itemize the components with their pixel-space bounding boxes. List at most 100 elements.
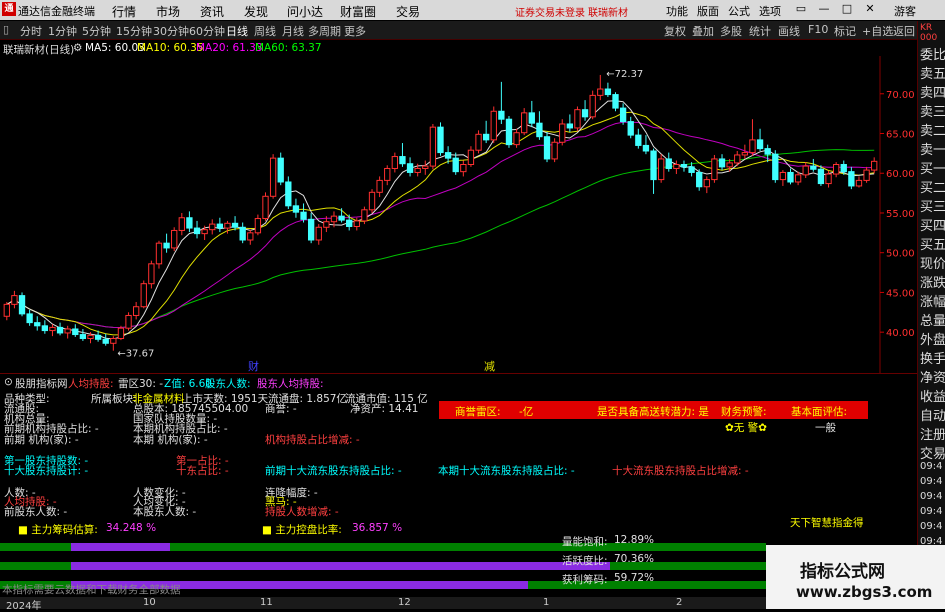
menu-jiaoyi[interactable]: 交易 bbox=[396, 3, 420, 20]
redbox-3: 财务预警: bbox=[721, 406, 767, 418]
menu-gongshi[interactable]: 公式 bbox=[728, 3, 750, 19]
candle-body bbox=[437, 126, 444, 154]
indicator-field-23: 十大流东股东持股占比增减: - bbox=[612, 465, 749, 477]
top-menu-bar: 通 通达信金融终端 行情 市场 资讯 发现 问小达 财富圈 交易 证券交易未登录… bbox=[0, 0, 945, 20]
tool-tongji[interactable]: 统计 bbox=[749, 23, 771, 39]
tool-huaxian[interactable]: 画线 bbox=[778, 23, 800, 39]
period-daily[interactable]: 日线 bbox=[226, 23, 248, 39]
y-tick-label: 65.00 bbox=[886, 130, 915, 141]
maximize-icon[interactable]: □ bbox=[841, 2, 853, 16]
quote-field-19[interactable]: 自动 bbox=[920, 405, 945, 424]
tool-f10[interactable]: F10 bbox=[808, 23, 828, 36]
candle-body bbox=[132, 306, 140, 316]
period-multi[interactable]: 多周期 bbox=[308, 23, 341, 39]
candle-body bbox=[346, 219, 353, 227]
candle-body bbox=[361, 209, 368, 222]
menu-banmian[interactable]: 版面 bbox=[697, 3, 719, 19]
candle-body bbox=[619, 107, 627, 123]
menu-gongneng[interactable]: 功能 bbox=[666, 3, 688, 19]
collapse-icon[interactable]: ⊙ bbox=[4, 376, 13, 388]
meter-label-1: 活跃度比: bbox=[562, 555, 608, 567]
date-tick-5: 2 bbox=[676, 597, 683, 608]
app-title: 通达信金融终端 bbox=[18, 5, 95, 18]
candle-body bbox=[787, 171, 794, 183]
candle-body bbox=[216, 223, 224, 229]
redbox-0: 商誉雷区: bbox=[455, 406, 501, 418]
restore-icon[interactable]: ▭ bbox=[795, 2, 807, 16]
right-quote-panel: KR 000 委比 卖五 卖四 卖三 卖二 卖一 买一 买二 买三 买四 买五 现价 涨跌 涨幅 总量 外盘 换手净… bbox=[917, 21, 945, 609]
menu-xuanxiang[interactable]: 选项 bbox=[759, 3, 781, 19]
period-5min[interactable]: 5分钟 bbox=[82, 23, 111, 39]
indicator-title[interactable]: 股朋指标网 bbox=[15, 376, 68, 391]
period-monthly[interactable]: 月线 bbox=[282, 23, 304, 39]
close-icon[interactable]: ✕ bbox=[864, 2, 876, 16]
tool-back[interactable]: 返回 bbox=[893, 23, 915, 39]
menu-shichang[interactable]: 市场 bbox=[156, 3, 180, 20]
ma20-label: MA20: 61.33 bbox=[196, 42, 263, 54]
tick-time-0: 09:4 bbox=[920, 461, 943, 472]
menu-caifuquan[interactable]: 财富圈 bbox=[340, 3, 376, 20]
quote-field-11: 现价 bbox=[920, 257, 945, 272]
candle-body bbox=[863, 169, 870, 181]
tool-fuquan[interactable]: 复权 bbox=[664, 23, 686, 39]
quote-field-20[interactable]: 注册 bbox=[920, 424, 945, 443]
candle-body bbox=[125, 314, 132, 329]
tool-diejia[interactable]: 叠加 bbox=[692, 23, 714, 39]
candle-body bbox=[734, 154, 741, 164]
settings-icon[interactable]: ⚙ bbox=[73, 42, 82, 54]
candle-body bbox=[703, 179, 710, 188]
menu-faxian[interactable]: 发现 bbox=[244, 3, 268, 20]
candle-body bbox=[779, 171, 787, 181]
period-fenshi[interactable]: 分时 bbox=[20, 23, 42, 39]
high-annotation: ←72.37 bbox=[606, 69, 643, 80]
candle-body bbox=[551, 141, 558, 160]
tool-biaoji[interactable]: 标记 bbox=[834, 23, 856, 39]
tool-duogu[interactable]: 多股 bbox=[720, 23, 742, 39]
quote-field-7: 买二 bbox=[920, 181, 945, 196]
period-1min[interactable]: 1分钟 bbox=[48, 23, 77, 39]
candle-body bbox=[315, 226, 322, 241]
candle-body bbox=[102, 338, 109, 344]
period-more[interactable]: 更多 bbox=[344, 23, 366, 39]
candle-body bbox=[209, 223, 216, 231]
candle-body bbox=[399, 156, 406, 165]
candle-body bbox=[94, 334, 102, 340]
menu-zixun[interactable]: 资讯 bbox=[200, 3, 224, 20]
candle-body bbox=[810, 165, 817, 170]
candle-body bbox=[718, 158, 726, 168]
tick-time-4: 09:4 bbox=[920, 521, 943, 532]
candle-body bbox=[581, 109, 589, 118]
candle-body bbox=[34, 322, 41, 327]
candlestick-chart[interactable]: 70.00 65.00 60.00 55.00 50.00 45.00 40.00 ←72.3… bbox=[0, 56, 917, 374]
candle-body bbox=[825, 173, 832, 185]
current-stock-name: 联瑞新材 bbox=[588, 8, 628, 19]
candle-body bbox=[79, 334, 87, 340]
period-weekly[interactable]: 周线 bbox=[254, 23, 276, 39]
ma5-label: MA5: 60.03 bbox=[85, 42, 145, 54]
tick-time-2: 09:4 bbox=[920, 491, 943, 502]
quote-field-12: 涨跌 bbox=[920, 276, 945, 291]
candle-body bbox=[11, 295, 18, 305]
meter-label-2: 获利筹码: bbox=[562, 574, 608, 586]
date-tick-4: 1 bbox=[543, 597, 550, 608]
tool-add-watchlist[interactable]: +自选 bbox=[862, 23, 893, 39]
candle-body bbox=[110, 338, 117, 344]
split-icon[interactable]: ▯ bbox=[3, 23, 9, 36]
candle-body bbox=[688, 166, 695, 173]
period-30min[interactable]: 30分钟 bbox=[153, 23, 189, 39]
menu-hangqing[interactable]: 行情 bbox=[112, 3, 136, 20]
period-60min[interactable]: 60分钟 bbox=[189, 23, 225, 39]
candle-body bbox=[18, 295, 26, 315]
candle-body bbox=[589, 94, 596, 118]
quote-field-21[interactable]: 交易 bbox=[920, 443, 945, 462]
period-15min[interactable]: 15分钟 bbox=[116, 23, 152, 39]
candle-body bbox=[269, 157, 277, 197]
app-logo-icon: 通 bbox=[2, 2, 16, 16]
minimize-icon[interactable]: — bbox=[818, 2, 830, 16]
candle-body bbox=[56, 326, 64, 334]
menu-wenxiaoda[interactable]: 问小达 bbox=[287, 3, 323, 20]
candle-body bbox=[521, 112, 528, 134]
guest-user[interactable]: 游客 bbox=[894, 3, 916, 19]
login-status[interactable]: 证券交易未登录 bbox=[515, 4, 585, 19]
candle-body bbox=[566, 123, 574, 129]
